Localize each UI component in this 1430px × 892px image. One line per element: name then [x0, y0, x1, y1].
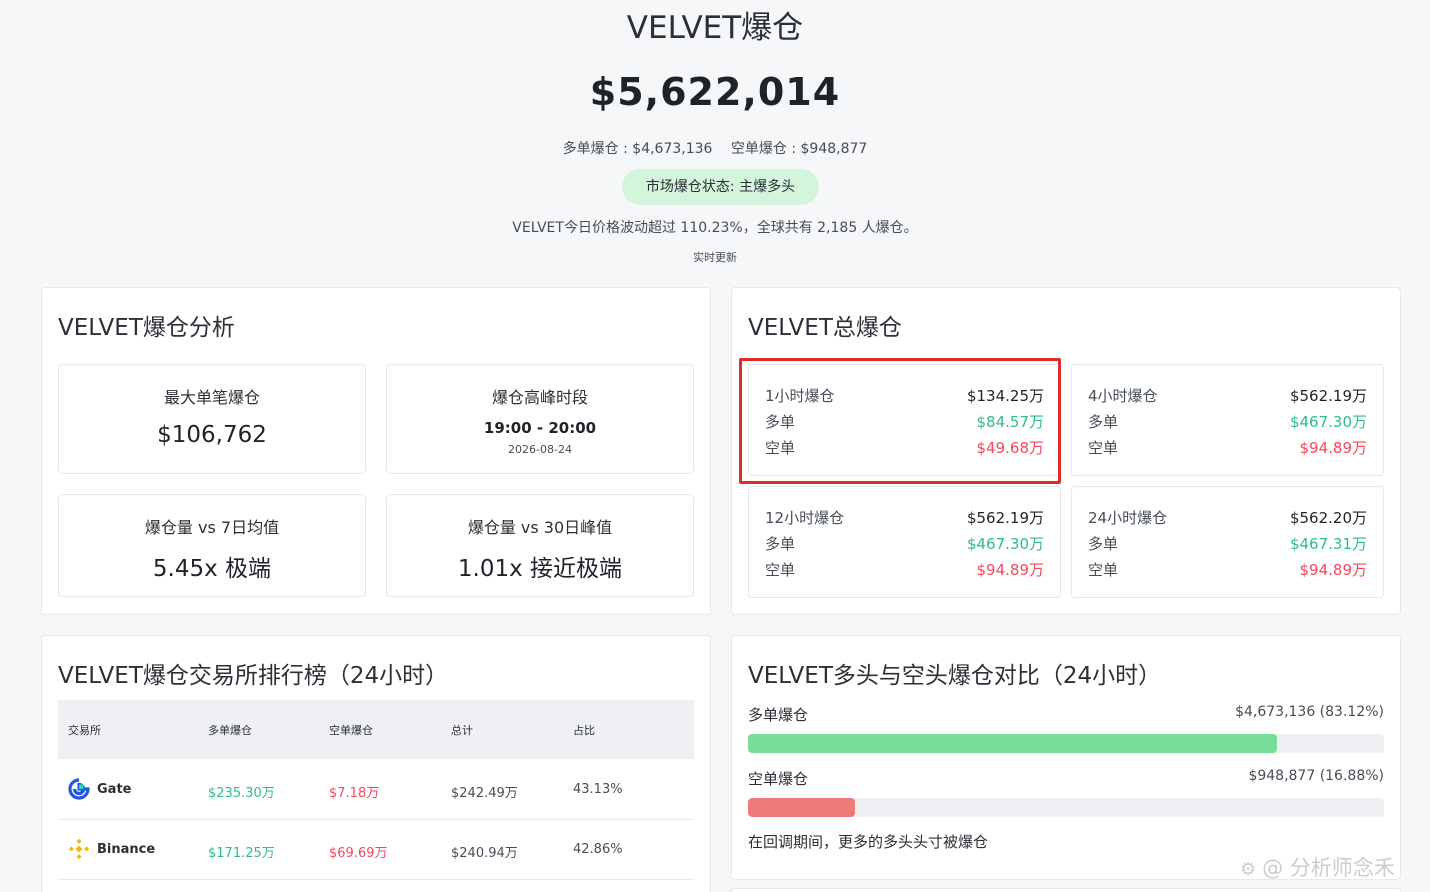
period-short-row: 空单 $94.89万	[765, 559, 1044, 581]
period-total: $562.19万	[1289, 387, 1367, 405]
short-label: 空单	[765, 561, 796, 579]
column-header-long[interactable]: 多单爆仓	[208, 722, 252, 738]
analysis-title: VELVET爆仓分析	[58, 315, 235, 341]
long-progress-track	[748, 734, 1384, 753]
vs-30day-peak-box: 爆仓量 vs 30日峰值 1.01x 接近极端	[386, 494, 694, 597]
short-progress-fill	[748, 798, 856, 817]
period-short-row: 空单 $94.89万	[1088, 437, 1367, 459]
stat-value: 19:00 - 20:00	[483, 419, 597, 437]
watermark-text: @ 分析师念禾	[1262, 856, 1395, 880]
volatility-description: VELVET今日价格波动超过 110.23%，全球共有 2,185 人爆仓。	[512, 220, 918, 236]
long-label: 多单	[765, 535, 796, 553]
period-total: $562.19万	[966, 509, 1044, 527]
short-label: 空单	[1088, 439, 1119, 457]
comparison-title: VELVET多头与空头爆仓对比（24小时）	[748, 663, 1162, 689]
period-long-row: 多单 $467.30万	[1088, 411, 1367, 433]
short-liquidation-label: 空单爆仓	[748, 770, 809, 788]
total-liquidation-value: $5,622,014	[589, 70, 841, 114]
period-long-row: 多单 $467.30万	[765, 533, 1044, 555]
period-box-4h[interactable]: 4小时爆仓 $562.19万 多单 $467.30万 空单 $94.89万	[1071, 364, 1384, 476]
stat-label: 爆仓量 vs 7日均值	[144, 518, 280, 537]
column-header-exchange[interactable]: 交易所	[68, 722, 101, 738]
market-status-badge: 市场爆仓状态: 主爆多头	[622, 169, 819, 205]
long-short-summary: 多单爆仓 : $4,673,136 空单爆仓 : $948,877	[0, 138, 1430, 158]
period-label: 4小时爆仓	[1088, 387, 1158, 405]
long-cell: $171.25万	[208, 846, 275, 861]
stat-label: 最大单笔爆仓	[163, 388, 260, 407]
exchange-name[interactable]: Gate	[97, 782, 131, 797]
period-total-row: 4小时爆仓 $562.19万	[1088, 385, 1367, 407]
period-total-row: 24小时爆仓 $562.20万	[1088, 507, 1367, 529]
period-long: $467.30万	[966, 535, 1044, 553]
long-cell: $235.30万	[208, 786, 275, 801]
share-cell: 43.13%	[573, 782, 623, 797]
period-total-row: 12小时爆仓 $562.19万	[765, 507, 1044, 529]
stat-date: 2026-08-24	[508, 443, 572, 456]
period-short: $94.89万	[976, 561, 1045, 579]
comparison-note: 在回调期间，更多的多头头寸被爆仓	[748, 833, 989, 851]
table-row[interactable]: Binance $171.25万 $69.69万 $240.94万 42.86%	[58, 820, 694, 880]
period-long-row: 多单 $467.31万	[1088, 533, 1367, 555]
realtime-update-label: 实时更新	[693, 251, 737, 264]
ranking-title: VELVET爆仓交易所排行榜（24小时）	[58, 663, 449, 689]
period-short: $94.89万	[1299, 561, 1368, 579]
gear-badge-icon: ⚙	[1240, 859, 1257, 880]
long-liquidation-summary: 多单爆仓 : $4,673,136	[562, 141, 713, 157]
long-progress-fill	[748, 734, 1277, 753]
long-label: 多单	[1088, 413, 1119, 431]
binance-logo-icon	[68, 838, 90, 860]
period-short-row: 空单 $94.89万	[1088, 559, 1367, 581]
short-liquidation-value: $948,877 (16.88%)	[1248, 768, 1384, 784]
exchange-name[interactable]: Binance	[97, 842, 155, 857]
period-total: $562.20万	[1289, 509, 1367, 527]
stat-label: 爆仓量 vs 30日峰值	[467, 518, 613, 537]
watermark: ⚙ @ 分析师念禾	[1240, 852, 1395, 882]
long-liquidation-value: $4,673,136 (83.12%)	[1235, 704, 1384, 720]
short-cell: $69.69万	[329, 846, 388, 861]
vs-7day-average-box: 爆仓量 vs 7日均值 5.45x 极端	[58, 494, 366, 597]
peak-period-box: 爆仓高峰时段 19:00 - 20:00 2026-08-24	[386, 364, 694, 474]
column-header-total[interactable]: 总计	[451, 722, 473, 738]
table-row[interactable]: Gate $235.30万 $7.18万 $242.49万 43.13%	[58, 760, 694, 820]
long-liquidation-label: 多单爆仓	[748, 706, 809, 724]
total-cell: $240.94万	[451, 846, 518, 861]
exchange-ranking-card: VELVET爆仓交易所排行榜（24小时） 交易所 多单爆仓 空单爆仓 总计 占比…	[41, 635, 711, 892]
period-short: $94.89万	[1299, 439, 1368, 457]
page-title: VELVET爆仓	[626, 10, 804, 46]
analysis-card: VELVET爆仓分析 最大单笔爆仓 $106,762 爆仓高峰时段 19:00 …	[41, 287, 711, 615]
period-long: $467.31万	[1289, 535, 1367, 553]
short-cell: $7.18万	[329, 786, 380, 801]
total-liquidation-title: VELVET总爆仓	[748, 315, 902, 341]
long-short-comparison-card: VELVET多头与空头爆仓对比（24小时） 多单爆仓 $4,673,136 (8…	[731, 635, 1401, 880]
short-label: 空单	[1088, 561, 1119, 579]
stat-value: $106,762	[157, 422, 267, 448]
stat-label: 爆仓高峰时段	[491, 388, 588, 407]
column-header-short[interactable]: 空单爆仓	[329, 722, 373, 738]
period-box-24h[interactable]: 24小时爆仓 $562.20万 多单 $467.31万 空单 $94.89万	[1071, 486, 1384, 598]
period-label: 24小时爆仓	[1088, 509, 1168, 527]
next-card-edge	[731, 888, 1401, 892]
long-label: 多单	[1088, 535, 1119, 553]
column-header-share[interactable]: 占比	[573, 722, 595, 738]
period-label: 12小时爆仓	[765, 509, 845, 527]
max-single-liquidation-box: 最大单笔爆仓 $106,762	[58, 364, 366, 474]
highlight-annotation-frame	[739, 358, 1061, 484]
share-cell: 42.86%	[573, 842, 623, 857]
short-liquidation-summary: 空单爆仓 : $948,877	[730, 141, 868, 157]
period-box-12h[interactable]: 12小时爆仓 $562.19万 多单 $467.30万 空单 $94.89万	[748, 486, 1061, 598]
gate-logo-icon	[68, 778, 90, 800]
stat-value: 1.01x 接近极端	[457, 556, 623, 582]
short-progress-track	[748, 798, 1384, 817]
period-long: $467.30万	[1289, 413, 1367, 431]
total-cell: $242.49万	[451, 786, 518, 801]
ranking-table-header: 交易所 多单爆仓 空单爆仓 总计 占比	[58, 700, 694, 759]
stat-value: 5.45x 极端	[152, 556, 272, 582]
